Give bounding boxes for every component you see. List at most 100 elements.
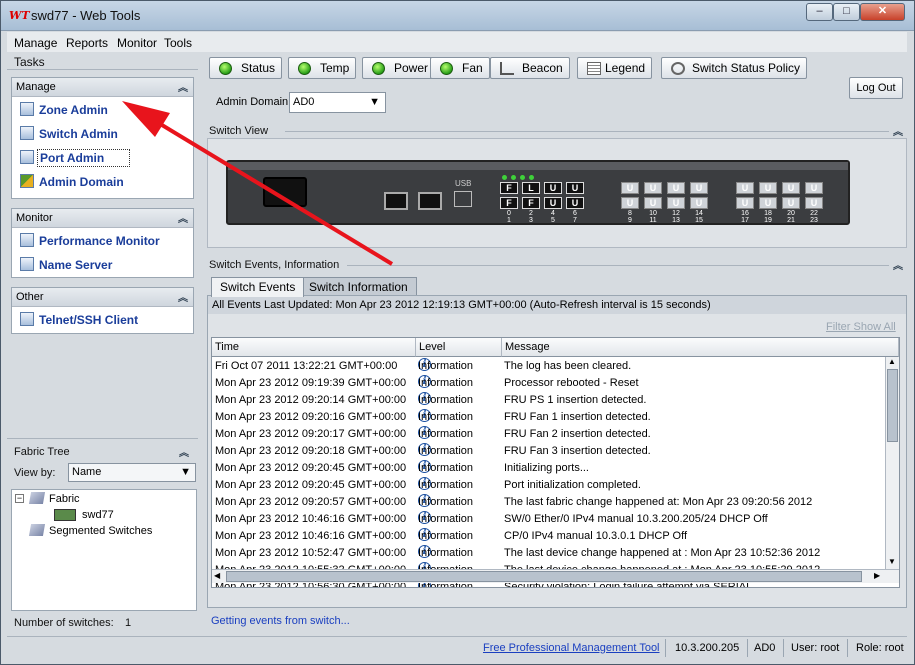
task-telnet-ssh[interactable]: Telnet/SSH Client — [12, 307, 193, 331]
collapse-chevron-icon[interactable]: ︽ — [893, 257, 903, 272]
col-level-header[interactable]: Level — [416, 338, 502, 357]
admin-domain-select[interactable]: AD0 ▼ — [289, 92, 386, 113]
task-port-admin[interactable]: Port Admin — [12, 145, 193, 169]
scroll-up-icon[interactable]: ▲ — [888, 357, 896, 366]
tree-collapse-icon[interactable]: − — [15, 494, 24, 503]
switch-port[interactable]: U — [644, 182, 662, 194]
manage-panel-header[interactable]: Manage ︽ — [12, 78, 193, 97]
table-row[interactable]: Mon Apr 23 2012 09:20:45 GMT+00:00 i Infor… — [212, 477, 885, 494]
switch-port[interactable]: F — [500, 197, 518, 209]
port-led-icon — [520, 175, 525, 180]
switch-port[interactable]: L — [522, 182, 540, 194]
table-row[interactable]: Mon Apr 23 2012 09:20:17 GMT+00:00 i Infor… — [212, 426, 885, 443]
vscroll-thumb[interactable] — [887, 369, 898, 442]
switch-port[interactable]: U — [644, 197, 662, 209]
switch-admin-icon — [20, 126, 34, 140]
horizontal-scrollbar[interactable]: ◀ ▶ — [212, 569, 899, 583]
table-row[interactable]: Mon Apr 23 2012 09:20:45 GMT+00:00 i Infor… — [212, 460, 885, 477]
switch-port[interactable]: U — [759, 182, 777, 194]
scroll-left-icon[interactable]: ◀ — [214, 571, 220, 580]
switch-chassis[interactable]: USB F F L F U U U U 0 1 2 3 4 5 6 7 U U U U U U U U 8 9 10 11 12 13 14… — [226, 160, 850, 225]
switch-port[interactable]: U — [621, 182, 639, 194]
logout-button[interactable]: Log Out — [849, 77, 903, 99]
menu-monitor[interactable]: Monitor — [117, 36, 157, 50]
collapse-chevron-icon[interactable]: ︽ — [179, 444, 193, 459]
col-time-header[interactable]: Time — [212, 338, 416, 357]
minimize-button[interactable]: – — [806, 3, 833, 21]
collapse-chevron-icon[interactable]: ︽ — [178, 79, 188, 94]
table-row[interactable]: Mon Apr 23 2012 09:20:16 GMT+00:00 i Infor… — [212, 409, 885, 426]
switch-port[interactable]: F — [500, 182, 518, 194]
tab-switch-information[interactable]: Switch Information — [300, 277, 417, 297]
other-panel-header[interactable]: Other ︽ — [12, 288, 193, 307]
switch-port[interactable]: U — [782, 182, 800, 194]
status-button[interactable]: Status — [209, 57, 283, 79]
fan-button[interactable]: Fan — [430, 57, 490, 79]
switch-port[interactable]: U — [690, 182, 708, 194]
menu-reports[interactable]: Reports — [66, 36, 108, 50]
legend-icon — [587, 62, 601, 75]
collapse-chevron-icon[interactable]: ︽ — [178, 210, 188, 225]
tree-switch[interactable]: swd77 — [82, 509, 114, 521]
menu-tools[interactable]: Tools — [164, 36, 192, 50]
task-switch-admin[interactable]: Switch Admin — [12, 121, 193, 145]
task-zone-admin[interactable]: Zone Admin — [12, 97, 193, 121]
scroll-down-icon[interactable]: ▼ — [888, 557, 896, 566]
filter-link[interactable]: Filter Show All — [826, 321, 896, 333]
table-row[interactable]: Mon Apr 23 2012 10:46:16 GMT+00:00 i Infor… — [212, 528, 885, 545]
table-row[interactable]: Mon Apr 23 2012 09:20:57 GMT+00:00 i Infor… — [212, 494, 885, 511]
switch-port[interactable]: U — [667, 182, 685, 194]
collapse-chevron-icon[interactable]: ︽ — [178, 289, 188, 304]
switch-port[interactable]: U — [736, 197, 754, 209]
switch-port[interactable]: U — [736, 182, 754, 194]
filter-label: Filter — [826, 321, 851, 333]
view-by-select[interactable]: Name ▼ — [68, 463, 196, 482]
row-level-text: Information — [418, 445, 474, 457]
task-name-server[interactable]: Name Server — [12, 252, 193, 276]
switch-port[interactable]: U — [544, 182, 562, 194]
monitor-panel-header[interactable]: Monitor ︽ — [12, 209, 193, 228]
switch-port[interactable]: U — [667, 197, 685, 209]
switch-port[interactable]: U — [759, 197, 777, 209]
beacon-button[interactable]: Beacon — [490, 57, 570, 79]
hscroll-thumb[interactable] — [226, 571, 862, 582]
telnet-client-icon — [20, 312, 34, 326]
table-row[interactable]: Mon Apr 23 2012 10:46:16 GMT+00:00 i Infor… — [212, 511, 885, 528]
task-performance-monitor[interactable]: Performance Monitor — [12, 228, 193, 252]
switch-count-label: Number of switches: — [14, 617, 114, 629]
switch-port[interactable]: U — [805, 182, 823, 194]
menu-manage[interactable]: Manage — [14, 36, 57, 50]
vertical-scrollbar[interactable]: ▲ ▼ — [885, 357, 899, 569]
task-admin-domain[interactable]: Admin Domain — [12, 169, 193, 193]
table-row[interactable]: Fri Oct 07 2011 13:22:21 GMT+00:00 i Infor… — [212, 358, 885, 375]
tree-segmented[interactable]: Segmented Switches — [49, 525, 152, 537]
tab-switch-events[interactable]: Switch Events — [211, 277, 305, 297]
switch-port[interactable]: F — [522, 197, 540, 209]
policy-label: Switch Status Policy — [692, 61, 801, 75]
switch-port[interactable]: U — [690, 197, 708, 209]
switch-status-policy-button[interactable]: Switch Status Policy — [661, 57, 808, 79]
table-row[interactable]: Mon Apr 23 2012 09:20:14 GMT+00:00 i Infor… — [212, 392, 885, 409]
port-number: 13 — [672, 217, 680, 224]
legend-button[interactable]: Legend — [577, 57, 653, 79]
close-button[interactable]: ✕ — [860, 3, 905, 21]
temp-button[interactable]: Temp — [288, 57, 357, 79]
row-time: Mon Apr 23 2012 09:20:18 GMT+00:00 — [215, 445, 407, 457]
switch-port[interactable]: U — [782, 197, 800, 209]
scroll-right-icon[interactable]: ▶ — [874, 571, 880, 580]
tree-fabric[interactable]: Fabric — [49, 493, 80, 505]
table-row[interactable]: Mon Apr 23 2012 09:19:39 GMT+00:00 i Infor… — [212, 375, 885, 392]
power-button[interactable]: Power — [362, 57, 436, 79]
col-message-header[interactable]: Message — [502, 338, 899, 357]
table-row[interactable]: Mon Apr 23 2012 09:20:18 GMT+00:00 i Infor… — [212, 443, 885, 460]
collapse-chevron-icon[interactable]: ︽ — [893, 123, 903, 138]
table-row[interactable]: Mon Apr 23 2012 10:52:47 GMT+00:00 i Infor… — [212, 545, 885, 562]
events-section-label: Switch Events, Information — [209, 259, 340, 271]
management-tool-link[interactable]: Free Professional Management Tool — [483, 641, 660, 655]
switch-port[interactable]: U — [544, 197, 562, 209]
maximize-button[interactable]: □ — [833, 3, 860, 21]
switch-port[interactable]: U — [621, 197, 639, 209]
switch-port[interactable]: U — [566, 197, 584, 209]
switch-port[interactable]: U — [566, 182, 584, 194]
switch-port[interactable]: U — [805, 197, 823, 209]
